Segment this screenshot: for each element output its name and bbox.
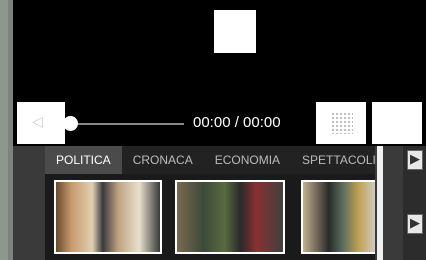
thumbnail-strip bbox=[45, 174, 375, 260]
seek-handle[interactable] bbox=[63, 116, 78, 131]
video-thumbnail[interactable] bbox=[54, 180, 162, 254]
tab-cronaca[interactable]: CRONACA bbox=[122, 146, 204, 174]
scroll-arrows: ▶ ▶ bbox=[403, 146, 426, 260]
category-tabs: POLITICA CRONACA ECONOMIA SPETTACOLI bbox=[45, 146, 376, 174]
previous-button[interactable]: ◁ bbox=[17, 102, 65, 144]
previous-icon: ◁ bbox=[32, 114, 43, 130]
time-display: 00:00 / 00:00 bbox=[193, 114, 281, 131]
fullscreen-button[interactable] bbox=[372, 102, 422, 144]
seek-bar[interactable] bbox=[66, 123, 184, 125]
stop-button[interactable] bbox=[214, 10, 256, 53]
tab-politica[interactable]: POLITICA bbox=[45, 146, 122, 174]
volume-icon bbox=[331, 112, 353, 134]
tabs-scroll-right-button[interactable]: ▶ bbox=[407, 150, 423, 170]
video-thumbnail[interactable] bbox=[301, 180, 375, 254]
thumbnails-scroll-right-button[interactable]: ▶ bbox=[407, 214, 423, 234]
volume-button[interactable] bbox=[316, 102, 366, 144]
playlist-scrollbar[interactable] bbox=[375, 146, 403, 260]
tab-economia[interactable]: ECONOMIA bbox=[204, 146, 291, 174]
left-frame bbox=[0, 0, 13, 260]
chevron-right-icon: ▶ bbox=[410, 216, 420, 231]
chevron-right-icon: ▶ bbox=[410, 152, 420, 167]
tab-spettacoli[interactable]: SPETTACOLI bbox=[291, 146, 387, 174]
playlist-left-strip bbox=[13, 146, 45, 260]
video-thumbnail[interactable] bbox=[175, 180, 285, 254]
